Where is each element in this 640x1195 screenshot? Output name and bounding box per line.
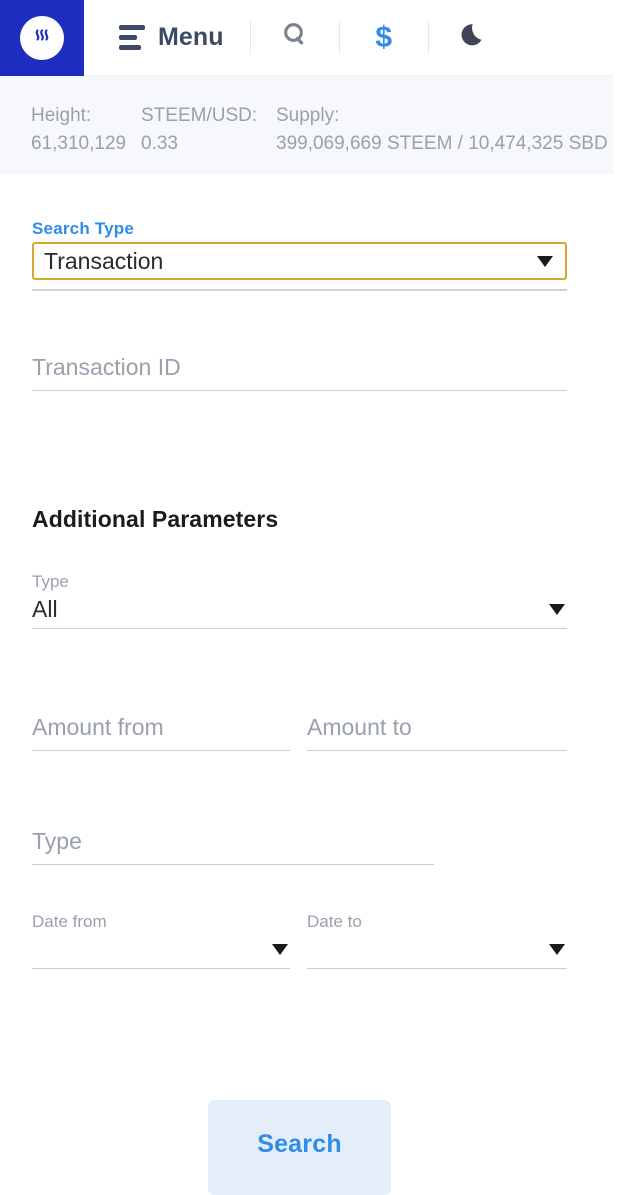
date-to-underline bbox=[307, 968, 567, 969]
amount-to-field: Amount to bbox=[307, 710, 567, 751]
date-from-underline bbox=[32, 968, 290, 969]
amount-from-field: Amount from bbox=[32, 710, 290, 751]
search-submit-label: Search bbox=[257, 1130, 342, 1158]
chevron-down-icon bbox=[549, 603, 565, 615]
transaction-id-underline bbox=[32, 390, 567, 391]
status-supply: Supply: 399,069,669 STEEM / 10,474,325 S… bbox=[276, 102, 608, 157]
date-to-label: Date to bbox=[307, 912, 362, 931]
hamburger-menu-icon[interactable] bbox=[119, 25, 145, 50]
search-type-label: Search Type bbox=[32, 219, 135, 238]
additional-parameters-heading-wrap: Additional Parameters bbox=[32, 506, 278, 533]
menu-label: Menu bbox=[158, 23, 224, 51]
page-section-heading: Additional Parameters bbox=[32, 506, 279, 532]
date-from-label: Date from bbox=[32, 912, 107, 931]
amount-to-underline bbox=[307, 750, 567, 751]
transaction-id-input[interactable]: Transaction ID bbox=[32, 350, 567, 384]
type-select-value: All bbox=[32, 595, 58, 622]
date-from-select[interactable] bbox=[32, 932, 290, 966]
page-right-edge bbox=[613, 0, 640, 1181]
moon-icon bbox=[457, 19, 489, 56]
type-select-underline bbox=[32, 628, 567, 629]
blockchain-status-bar: Height: 61,310,129 STEEM/USD: 0.33 Suppl… bbox=[0, 76, 613, 174]
type-select-field: Type All bbox=[32, 572, 567, 629]
status-height: Height: 61,310,129 bbox=[31, 102, 141, 157]
chevron-down-icon bbox=[537, 255, 553, 267]
menu-button[interactable]: Menu bbox=[84, 0, 250, 75]
status-price-value: 0.33 bbox=[141, 132, 178, 154]
date-to-field: Date to bbox=[307, 912, 567, 969]
status-supply-value: 399,069,669 STEEM / 10,474,325 SBD bbox=[276, 132, 608, 154]
search-type-field: Search Type Transaction bbox=[32, 219, 567, 291]
type-input-underline bbox=[32, 864, 434, 865]
type-select[interactable]: All bbox=[32, 592, 567, 626]
date-from-field: Date from bbox=[32, 912, 290, 969]
type-select-label: Type bbox=[32, 572, 69, 591]
type-input[interactable]: Type bbox=[32, 824, 434, 858]
chevron-down-icon bbox=[272, 943, 288, 955]
search-type-value: Transaction bbox=[44, 247, 164, 274]
search-button-header[interactable] bbox=[251, 0, 339, 75]
dark-mode-toggle-button[interactable] bbox=[429, 0, 517, 75]
logo-tile[interactable] bbox=[0, 0, 84, 76]
status-price-label: STEEM/USD: bbox=[141, 105, 258, 126]
chevron-down-icon bbox=[549, 943, 565, 955]
amount-from-underline bbox=[32, 750, 290, 751]
status-price: STEEM/USD: 0.33 bbox=[141, 102, 276, 157]
status-height-value: 61,310,129 bbox=[31, 132, 127, 154]
app-header: Menu $ bbox=[0, 0, 613, 76]
steem-logo-icon bbox=[20, 16, 64, 60]
search-icon bbox=[280, 20, 310, 55]
currency-toggle-button[interactable]: $ bbox=[340, 0, 428, 75]
transaction-id-field: Transaction ID bbox=[32, 350, 567, 391]
dollar-icon: $ bbox=[375, 20, 393, 54]
status-supply-label: Supply: bbox=[276, 105, 340, 126]
search-type-underline bbox=[32, 289, 567, 291]
amount-from-input[interactable]: Amount from bbox=[32, 710, 290, 744]
search-type-select[interactable]: Transaction bbox=[32, 242, 567, 280]
status-height-label: Height: bbox=[31, 105, 92, 126]
type-input-field: Type bbox=[32, 824, 434, 865]
amount-to-input[interactable]: Amount to bbox=[307, 710, 567, 744]
date-to-select[interactable] bbox=[307, 932, 567, 966]
